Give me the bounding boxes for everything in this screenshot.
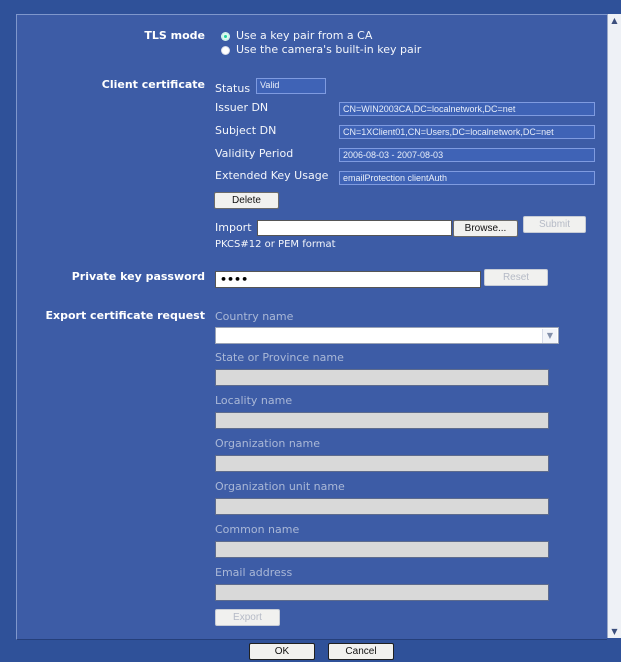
- scroll-up-icon[interactable]: ▲: [608, 14, 621, 27]
- email-address-label: Email address: [215, 566, 293, 579]
- country-name-select[interactable]: ▼: [215, 327, 559, 344]
- import-file-input[interactable]: [257, 220, 452, 236]
- extended-key-usage-value: emailProtection clientAuth: [339, 171, 595, 185]
- scroll-down-icon[interactable]: ▼: [608, 625, 621, 638]
- extended-key-usage-label: Extended Key Usage: [215, 169, 329, 182]
- browse-button[interactable]: Browse...: [453, 220, 518, 237]
- state-province-input[interactable]: [215, 369, 549, 386]
- validity-period-value: 2006-08-03 - 2007-08-03: [339, 148, 595, 162]
- organization-unit-name-input[interactable]: [215, 498, 549, 515]
- issuer-dn-value: CN=WIN2003CA,DC=localnetwork,DC=net: [339, 102, 595, 116]
- export-button[interactable]: Export: [215, 609, 280, 626]
- issuer-dn-label: Issuer DN: [215, 101, 269, 114]
- chevron-down-icon[interactable]: ▼: [542, 329, 557, 343]
- common-name-input[interactable]: [215, 541, 549, 558]
- organization-name-label: Organization name: [215, 437, 321, 450]
- import-format-note: PKCS#12 or PEM format: [215, 239, 336, 250]
- locality-name-label: Locality name: [215, 394, 293, 407]
- delete-button[interactable]: Delete: [214, 192, 279, 209]
- tls-option-builtin-radio[interactable]: [222, 47, 229, 54]
- email-address-input[interactable]: [215, 584, 549, 601]
- tls-option-ca-label: Use a key pair from a CA: [236, 29, 373, 42]
- tls-option-builtin-label: Use the camera's built-in key pair: [236, 43, 422, 56]
- ok-button[interactable]: OK: [249, 643, 315, 660]
- validity-period-label: Validity Period: [215, 147, 294, 160]
- reset-button[interactable]: Reset: [484, 269, 548, 286]
- vertical-scrollbar[interactable]: ▲ ▼: [607, 14, 621, 638]
- common-name-label: Common name: [215, 523, 300, 536]
- tls-mode-label: TLS mode: [144, 29, 205, 42]
- subject-dn-value: CN=1XClient01,CN=Users,DC=localnetwork,D…: [339, 125, 595, 139]
- organization-name-input[interactable]: [215, 455, 549, 472]
- organization-unit-name-label: Organization unit name: [215, 480, 345, 493]
- import-label: Import: [215, 221, 252, 234]
- subject-dn-label: Subject DN: [215, 124, 277, 137]
- status-value: Valid: [256, 78, 326, 94]
- locality-name-input[interactable]: [215, 412, 549, 429]
- country-name-label: Country name: [215, 310, 294, 323]
- settings-panel: TLS mode Use a key pair from a CA Use th…: [16, 14, 607, 640]
- settings-window: TLS mode Use a key pair from a CA Use th…: [0, 0, 621, 662]
- submit-button[interactable]: Submit: [523, 216, 586, 233]
- state-province-label: State or Province name: [215, 351, 344, 364]
- export-certificate-request-label: Export certificate request: [45, 309, 206, 322]
- private-key-password-label: Private key password: [71, 270, 205, 283]
- private-key-password-input[interactable]: ••••: [215, 271, 481, 288]
- tls-option-ca-radio[interactable]: [222, 33, 229, 40]
- cancel-button[interactable]: Cancel: [328, 643, 394, 660]
- client-certificate-label: Client certificate: [101, 78, 205, 91]
- status-label: Status: [215, 82, 251, 95]
